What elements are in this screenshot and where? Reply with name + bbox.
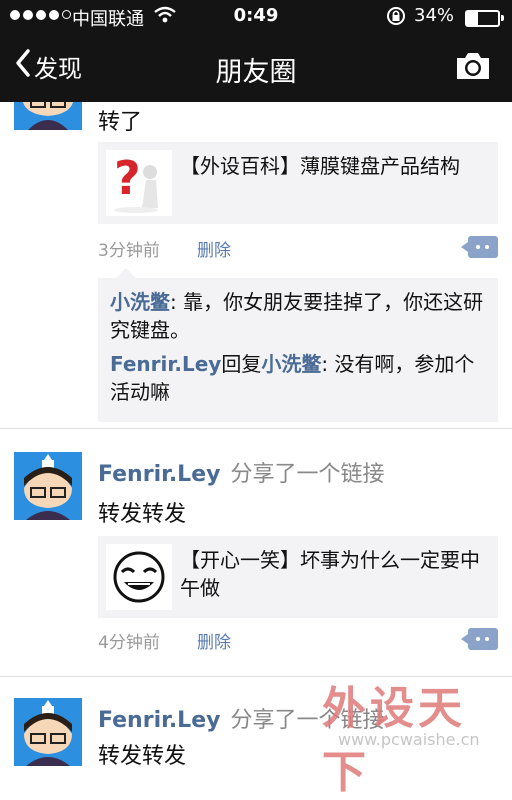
rotation-lock-icon: [386, 6, 406, 31]
reply-word: 回复: [221, 352, 262, 376]
post-action: 分享了一个链接: [230, 708, 385, 733]
battery-icon: [465, 10, 504, 27]
link-title: 【开心一笑】坏事为什么一定要中午做: [180, 548, 480, 600]
comment-author[interactable]: 小洗鳖: [110, 290, 170, 314]
comment-menu-button[interactable]: [461, 236, 498, 258]
link-title: 【外设百科】薄膜键盘产品结构: [180, 154, 460, 178]
svg-text:?: ?: [114, 151, 141, 205]
comment-author[interactable]: Fenrir.Ley: [110, 352, 221, 376]
shared-link[interactable]: ? 【外设百科】薄膜键盘产品结构: [98, 142, 498, 224]
post-divider: [0, 428, 512, 429]
avatar[interactable]: [14, 452, 82, 520]
post-author: Fenrir.Ley 分享了一个链接: [98, 702, 384, 734]
post-author: Fenrir.Ley 分享了一个链接: [98, 456, 384, 488]
post-text: 转发转发: [98, 744, 187, 768]
avatar[interactable]: [14, 698, 82, 766]
avatar[interactable]: [14, 102, 82, 130]
nav-bar: 发现 朋友圈: [0, 34, 512, 102]
link-thumbnail: [106, 544, 172, 610]
post-divider: [0, 676, 512, 677]
post-action: 分享了一个链接: [230, 462, 385, 487]
post-text: 转发转发: [98, 502, 187, 527]
post-time: 4分钟前: [98, 633, 160, 653]
author-name[interactable]: Fenrir.Ley: [98, 708, 220, 733]
reply-to-name[interactable]: 小洗鳖: [261, 352, 321, 376]
comment-menu-button[interactable]: [461, 628, 498, 650]
post-time: 3分钟前: [98, 241, 160, 261]
comment-section: 小洗鳖: 靠，你女朋友要挂掉了，你还这研究键盘。 Fenrir.Ley回复小洗鳖…: [98, 268, 498, 422]
top-bar: 中国联通 0:49 34% 发现 朋友圈: [0, 0, 512, 102]
camera-button[interactable]: [454, 50, 492, 86]
moments-feed[interactable]: 转了 ? 【外设百科】薄膜键盘产品结构 3分钟前 删除 小洗鳖: 靠，你女朋友要…: [0, 102, 512, 768]
post-text: 转了: [98, 110, 143, 135]
comment[interactable]: Fenrir.Ley回复小洗鳖: 没有啊，参加个活动嘛: [110, 350, 486, 406]
delete-button[interactable]: 删除: [197, 628, 231, 653]
battery-percent: 34%: [414, 5, 455, 26]
delete-button[interactable]: 删除: [197, 236, 231, 261]
camera-icon: [457, 53, 489, 79]
shared-link[interactable]: 【开心一笑】坏事为什么一定要中午做: [98, 536, 498, 618]
comment[interactable]: 小洗鳖: 靠，你女朋友要挂掉了，你还这研究键盘。: [110, 288, 486, 344]
link-thumbnail: ?: [106, 150, 172, 216]
status-bar: 中国联通 0:49 34%: [0, 0, 512, 34]
author-name[interactable]: Fenrir.Ley: [98, 462, 220, 487]
page-title: 朋友圈: [215, 57, 297, 88]
